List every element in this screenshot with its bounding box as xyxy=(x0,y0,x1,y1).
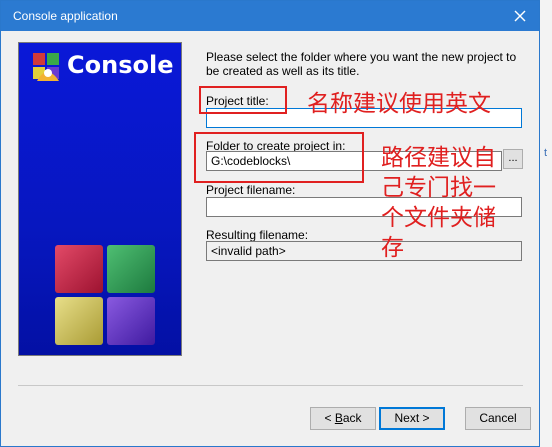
cubes-logo-icon xyxy=(53,243,157,347)
annotation-box-folder xyxy=(194,132,364,183)
annotation-line: 路径建议自 xyxy=(381,145,496,171)
window-title: Console application xyxy=(13,9,118,23)
back-button[interactable]: < Back xyxy=(310,407,376,430)
annotation-line: 存 xyxy=(381,235,404,261)
instructions-text: Please select the folder where you want … xyxy=(206,50,517,78)
annotation-title-note: 名称建议使用英文 xyxy=(307,91,491,117)
console-application-dialog: Console application Console Please selec… xyxy=(0,0,540,447)
annotation-line: 己专门找一 xyxy=(381,175,496,201)
back-button-access-key: B xyxy=(334,411,343,425)
title-bar: Console application xyxy=(1,1,539,31)
close-icon[interactable] xyxy=(509,5,531,27)
next-button[interactable]: Next > xyxy=(379,407,445,430)
background-window-right xyxy=(540,0,552,447)
annotation-box-title xyxy=(199,86,287,114)
resulting-filename-label: Resulting filename: xyxy=(206,228,309,242)
banner-brand-text: Console xyxy=(67,51,174,79)
annotation-folder-note: 路径建议自 己专门找一 个文件夹储 存 xyxy=(381,143,496,263)
back-button-label: ack xyxy=(342,411,362,425)
codeblocks-logo-icon xyxy=(31,51,63,83)
back-button-prefix: < xyxy=(324,411,335,425)
project-filename-label: Project filename: xyxy=(206,183,296,197)
browse-folder-button[interactable]: ... xyxy=(503,149,523,169)
wizard-banner: Console xyxy=(18,42,182,356)
background-text: t xyxy=(544,147,548,159)
cancel-button[interactable]: Cancel xyxy=(465,407,531,430)
annotation-line: 个文件夹储 xyxy=(381,205,496,231)
footer-separator xyxy=(18,385,523,386)
